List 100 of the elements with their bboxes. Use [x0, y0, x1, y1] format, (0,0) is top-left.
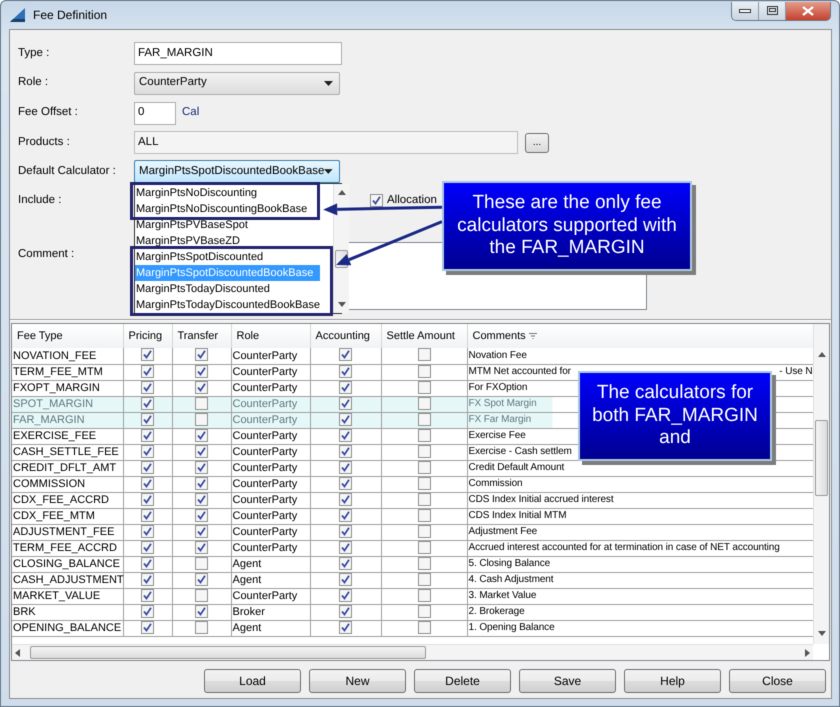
dialog-button[interactable]: Load	[204, 669, 301, 693]
scroll-right-icon[interactable]	[805, 648, 810, 656]
dropdown-option[interactable]: MarginPtsPVBaseZD	[135, 233, 334, 249]
dialog-button[interactable]: Save	[519, 669, 616, 693]
checkbox[interactable]	[195, 380, 208, 394]
checkbox[interactable]	[195, 428, 208, 442]
scroll-down-icon[interactable]	[338, 302, 346, 307]
checkbox[interactable]	[418, 444, 430, 458]
checkbox[interactable]	[339, 572, 352, 586]
table-row[interactable]: TERM_FEE_ACCRD CounterParty Accrued interest accounted for at termination in case of NET accounting	[12, 540, 813, 556]
checkbox[interactable]	[370, 194, 383, 208]
checkbox[interactable]	[339, 348, 352, 362]
checkbox[interactable]	[418, 588, 430, 602]
checkbox[interactable]	[141, 460, 154, 474]
checkbox[interactable]	[339, 492, 352, 506]
checkbox[interactable]	[195, 364, 208, 378]
checkbox[interactable]	[418, 572, 430, 586]
checkbox[interactable]	[339, 508, 352, 522]
checkbox[interactable]	[141, 396, 154, 410]
checkbox[interactable]	[418, 556, 430, 570]
checkbox[interactable]	[141, 428, 154, 442]
close-button[interactable]	[786, 2, 830, 20]
column-header[interactable]: Settle Amount	[381, 324, 467, 348]
scroll-up-icon[interactable]	[818, 352, 826, 357]
dropdown-option[interactable]: MarginPtsSpotDiscounted	[135, 249, 320, 265]
table-row[interactable]: NOVATION_FEE CounterParty Novation Fee	[12, 348, 813, 364]
checkbox[interactable]	[339, 620, 352, 634]
table-row[interactable]: OPENING_BALANCE Agent 1. Opening Balance	[12, 620, 813, 636]
dropdown-option[interactable]: MarginPtsNoDiscounting	[135, 185, 308, 201]
dropdown-option[interactable]: MarginPtsPVBaseSpot	[135, 217, 334, 233]
checkbox[interactable]	[339, 460, 352, 474]
checkbox[interactable]	[339, 380, 352, 394]
checkbox[interactable]	[195, 348, 208, 362]
checkbox[interactable]	[195, 508, 208, 522]
checkbox[interactable]	[141, 540, 154, 554]
column-header[interactable]: Comments	[467, 324, 813, 348]
dialog-button[interactable]: Close	[729, 669, 826, 693]
table-row[interactable]: MARKET_VALUE CounterParty 3. Market Value	[12, 588, 813, 604]
role-dropdown[interactable]: CounterParty	[134, 72, 340, 94]
checkbox[interactable]	[339, 556, 352, 570]
scroll-up-icon[interactable]	[338, 190, 346, 195]
checkbox[interactable]	[195, 412, 208, 426]
checkbox[interactable]	[141, 572, 154, 586]
column-header[interactable]: Transfer	[172, 324, 231, 348]
checkbox[interactable]	[195, 556, 208, 570]
checkbox[interactable]	[418, 604, 430, 618]
checkbox[interactable]	[141, 348, 154, 362]
checkbox[interactable]	[339, 444, 352, 458]
checkbox[interactable]	[418, 460, 430, 474]
scroll-thumb[interactable]	[30, 646, 426, 659]
checkbox[interactable]	[141, 364, 154, 378]
scrollbar[interactable]	[12, 644, 813, 660]
minimize-button[interactable]	[732, 2, 759, 20]
checkbox[interactable]	[141, 588, 154, 602]
checkbox[interactable]	[195, 588, 208, 602]
checkbox[interactable]	[418, 540, 430, 554]
checkbox[interactable]	[141, 380, 154, 394]
column-header[interactable]: Role	[231, 324, 310, 348]
checkbox[interactable]	[418, 508, 430, 522]
table-row[interactable]: CDX_FEE_MTM CounterParty CDS Index Initial MTM	[12, 508, 813, 524]
checkbox[interactable]	[195, 604, 208, 618]
table-row[interactable]: ADJUSTMENT_FEE CounterParty Adjustment Fee	[12, 524, 813, 540]
table-row[interactable]: CDX_FEE_ACCRD CounterParty CDS Index Initial accrued interest	[12, 492, 813, 508]
checkbox[interactable]	[141, 492, 154, 506]
checkbox[interactable]	[339, 524, 352, 538]
checkbox[interactable]	[141, 444, 154, 458]
checkbox[interactable]	[418, 492, 430, 506]
checkbox[interactable]	[141, 604, 154, 618]
dialog-button[interactable]: Help	[624, 669, 721, 693]
text-field[interactable]: ALL	[134, 131, 518, 154]
checkbox[interactable]	[418, 428, 430, 442]
text-field[interactable]: FAR_MARGIN	[134, 42, 342, 65]
checkbox[interactable]	[195, 460, 208, 474]
checkbox[interactable]	[195, 572, 208, 586]
checkbox[interactable]	[195, 492, 208, 506]
checkbox[interactable]	[418, 364, 430, 378]
scroll-down-icon[interactable]	[818, 631, 826, 636]
dialog-button[interactable]: Delete	[414, 669, 511, 693]
checkbox[interactable]	[418, 380, 430, 394]
checkbox[interactable]	[195, 444, 208, 458]
checkbox[interactable]	[141, 556, 154, 570]
dropdown-option[interactable]: MarginPtsTodayDiscountedBookBase	[135, 297, 320, 313]
table-row[interactable]: BRK Broker 2. Brokerage	[12, 604, 813, 620]
dropdown-option[interactable]: MarginPtsNoDiscountingBookBase	[135, 201, 308, 217]
calculator-dropdown[interactable]: MarginPtsSpotDiscountedBookBase	[134, 160, 340, 183]
column-header[interactable]: Fee Type	[12, 324, 123, 348]
checkbox[interactable]	[339, 588, 352, 602]
checkbox[interactable]	[141, 476, 154, 490]
checkbox[interactable]	[339, 604, 352, 618]
checkbox[interactable]	[339, 428, 352, 442]
scrollbar[interactable]	[333, 184, 350, 313]
browse-button[interactable]: ...	[525, 132, 549, 152]
table-row[interactable]: CLOSING_BALANCE Agent 5. Closing Balance	[12, 556, 813, 572]
checkbox[interactable]	[195, 524, 208, 538]
dropdown-option[interactable]: MarginPtsTodayDiscounted	[135, 281, 320, 297]
checkbox[interactable]	[195, 620, 208, 634]
checkbox[interactable]	[141, 524, 154, 538]
checkbox[interactable]	[339, 412, 352, 426]
checkbox[interactable]	[418, 412, 430, 426]
checkbox[interactable]	[141, 508, 154, 522]
